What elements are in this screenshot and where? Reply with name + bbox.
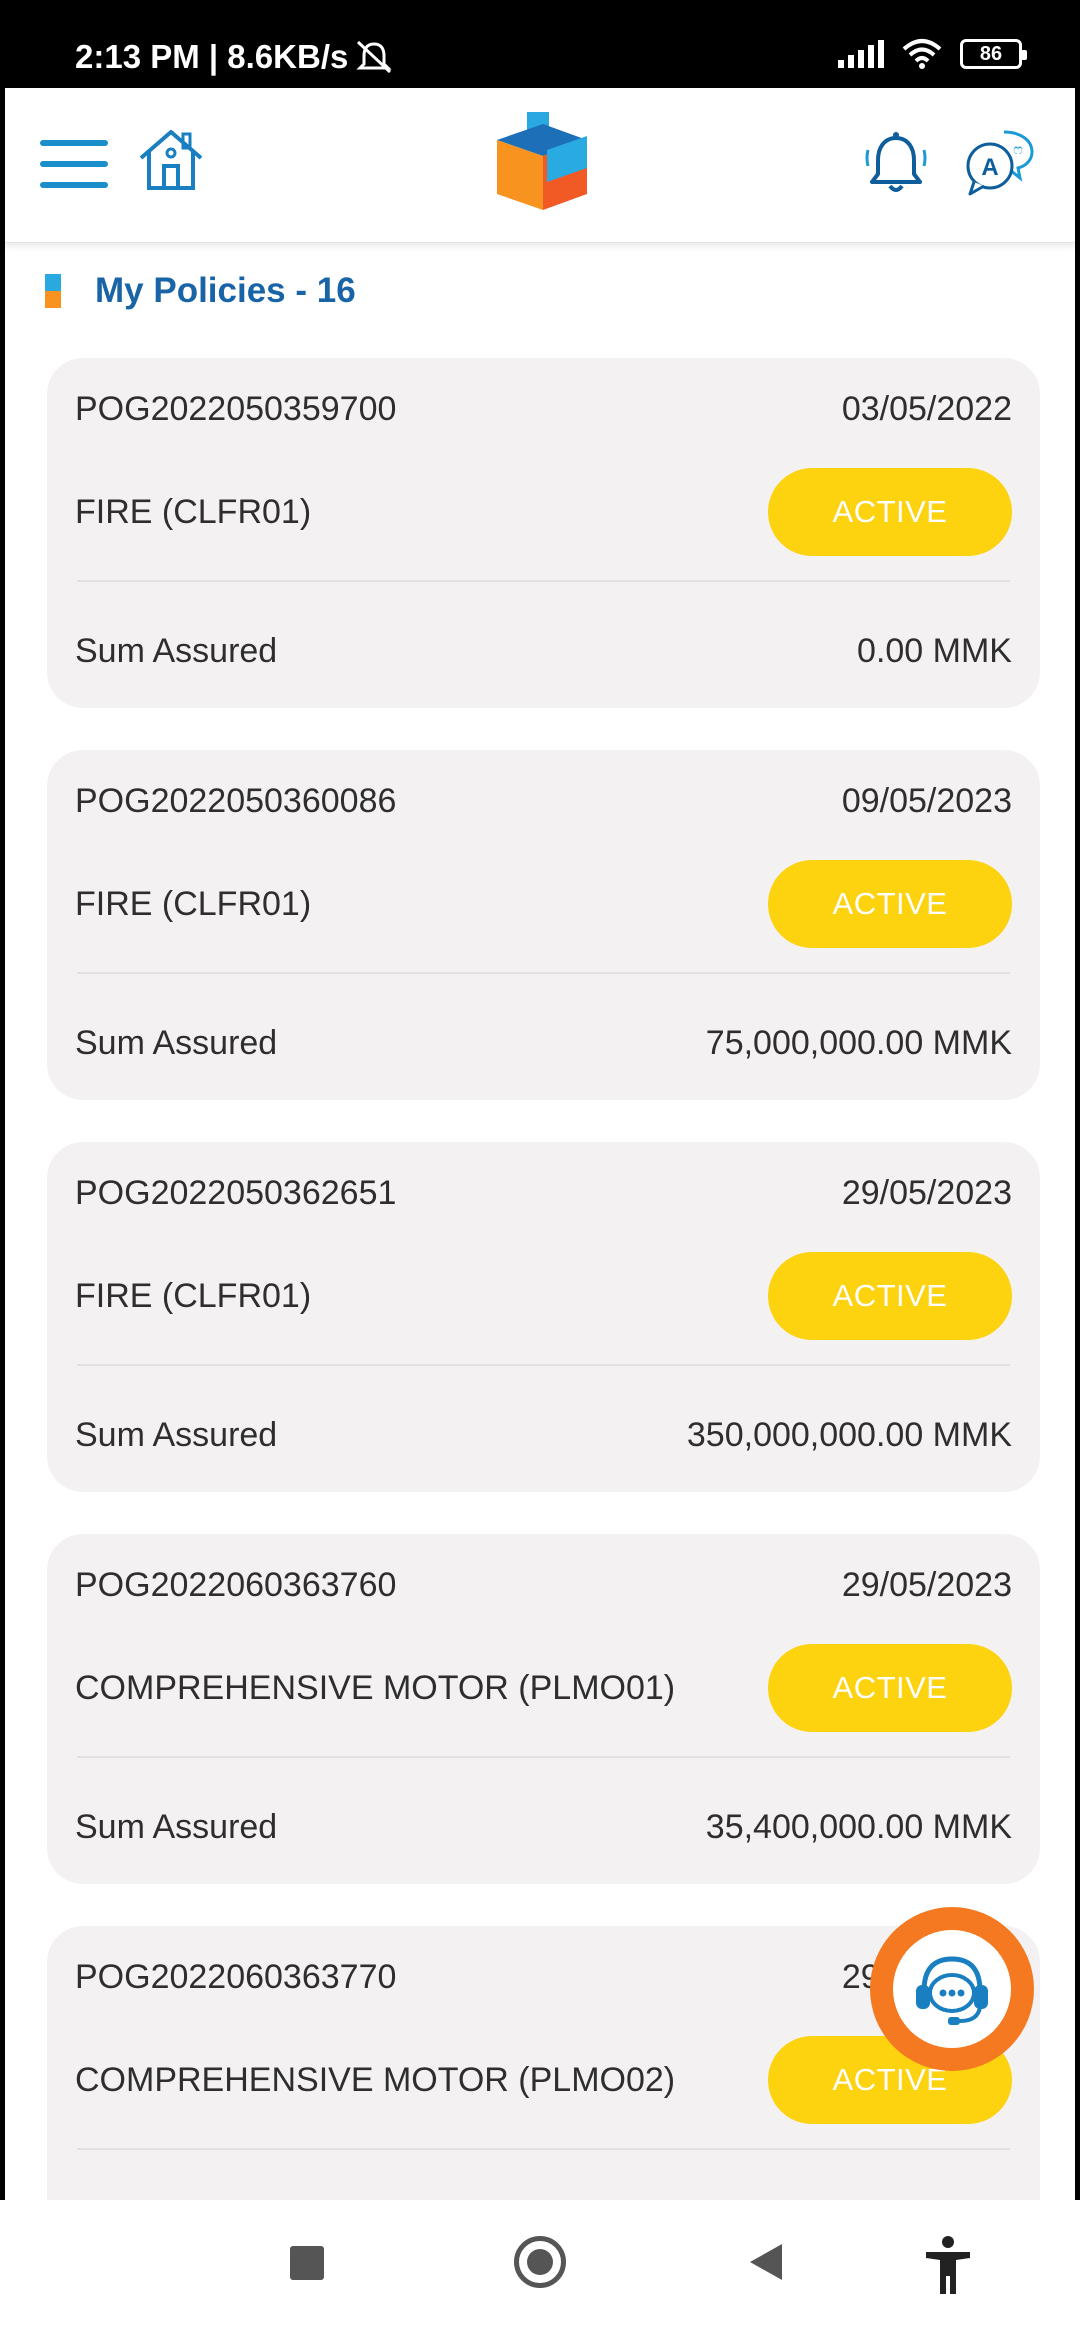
policy-number: POG2022050360086 <box>75 781 397 820</box>
sum-assured-label: Sum Assured <box>75 1807 278 1846</box>
bell-icon[interactable] <box>860 128 932 200</box>
battery-icon: 86 <box>960 39 1027 69</box>
policy-product: COMPREHENSIVE MOTOR (PLMO02) <box>75 2060 676 2099</box>
policy-card[interactable]: POG2022060363760 29/05/2023 COMPREHENSIVE… <box>47 1534 1040 1884</box>
card-divider <box>77 1364 1010 1366</box>
status-icons: 86 <box>838 38 1027 70</box>
customer-support-chat-icon <box>916 1956 988 2025</box>
status-badge: ACTIVE <box>768 1644 1012 1732</box>
status-badge: ACTIVE <box>768 1252 1012 1340</box>
hamburger-menu-icon[interactable] <box>40 138 108 190</box>
section-header: My Policies - 16 <box>45 271 356 311</box>
policy-number: POG2022050359700 <box>75 389 397 428</box>
policy-product: FIRE (CLFR01) <box>75 1276 312 1315</box>
recents-icon[interactable] <box>290 2246 324 2280</box>
card-divider <box>77 2148 1010 2150</box>
policy-date: 09/05/2023 <box>841 781 1012 820</box>
muted-notification-icon <box>356 40 392 74</box>
sum-assured-label: Sum Assured <box>75 631 278 670</box>
home-circle-icon[interactable] <box>514 2236 566 2288</box>
language-chat-icon[interactable]: A ෆ <box>960 126 1040 198</box>
support-chat-button[interactable] <box>870 1907 1034 2071</box>
policy-number: POG2022050362651 <box>75 1173 397 1212</box>
sum-assured-label: Sum Assured <box>75 1023 278 1062</box>
policy-number: POG2022060363770 <box>75 1957 397 1996</box>
status-time: 2:13 PM | 8.6KB/s <box>75 38 349 75</box>
accessibility-icon[interactable] <box>920 2234 976 2296</box>
status-time-speed: 2:13 PM | 8.6KB/s <box>75 38 394 76</box>
page-title: My Policies - 16 <box>95 271 356 310</box>
sum-assured-label: Sum Assured <box>75 1415 278 1454</box>
sum-assured-value: 0.00 MMK <box>857 631 1012 670</box>
policy-card[interactable]: POG2022050359700 03/05/2022 FIRE (CLFR01)… <box>47 358 1040 708</box>
policy-number: POG2022060363760 <box>75 1565 397 1604</box>
sum-assured-value: 350,000,000.00 MMK <box>686 1415 1012 1454</box>
app-logo <box>497 112 587 210</box>
card-divider <box>77 972 1010 974</box>
status-bar: 2:13 PM | 8.6KB/s 86 <box>0 0 1080 88</box>
policy-product: FIRE (CLFR01) <box>75 884 312 923</box>
sum-assured-value: 75,000,000.00 MMK <box>705 1023 1012 1062</box>
wifi-icon <box>902 39 942 69</box>
signal-icon <box>838 40 884 68</box>
status-badge: ACTIVE <box>768 468 1012 556</box>
sum-assured-value: 35,400,000.00 MMK <box>705 1807 1012 1846</box>
policy-product: COMPREHENSIVE MOTOR (PLMO01) <box>75 1668 676 1707</box>
card-divider <box>77 580 1010 582</box>
app-header: A ෆ <box>5 88 1075 243</box>
svg-text:A: A <box>981 154 998 181</box>
battery-level: 86 <box>979 42 1003 65</box>
system-nav-bar <box>0 2200 1080 2340</box>
policy-date: 03/05/2022 <box>841 389 1012 428</box>
policy-date: 29/05/2023 <box>841 1173 1012 1212</box>
status-badge: ACTIVE <box>768 860 1012 948</box>
fab-inner <box>893 1930 1011 2048</box>
policy-product: FIRE (CLFR01) <box>75 492 312 531</box>
policy-card[interactable]: POG2022050360086 09/05/2023 FIRE (CLFR01)… <box>47 750 1040 1100</box>
back-icon[interactable] <box>750 2244 782 2280</box>
title-marker-icon <box>45 274 61 308</box>
svg-text:ෆ: ෆ <box>1013 141 1022 157</box>
card-divider <box>77 1756 1010 1758</box>
policy-card[interactable]: POG2022050362651 29/05/2023 FIRE (CLFR01)… <box>47 1142 1040 1492</box>
home-icon[interactable] <box>135 124 207 196</box>
policy-date: 29/05/2023 <box>841 1565 1012 1604</box>
